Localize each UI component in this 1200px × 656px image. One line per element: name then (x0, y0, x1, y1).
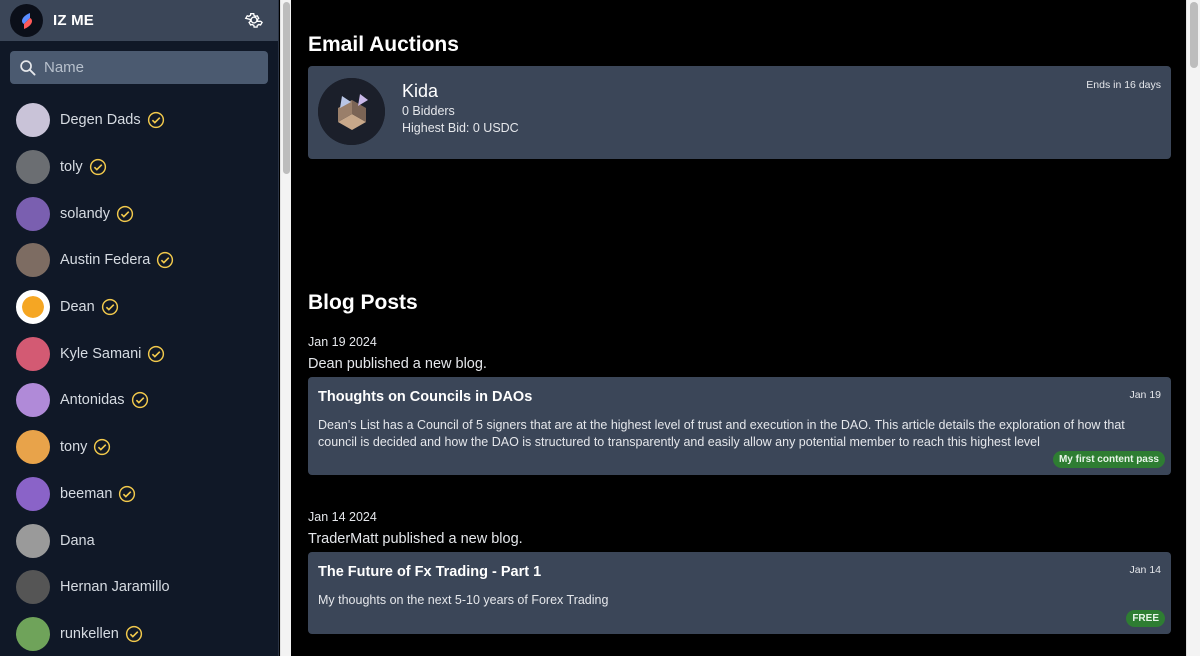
sidebar-header: IZ ME (0, 0, 278, 41)
verified-icon (94, 439, 111, 456)
user-list: Degen Dads toly solandy Austin Federa De… (0, 97, 278, 656)
user-item[interactable]: Austin Federa (0, 237, 278, 284)
main-scrollbar[interactable] (1186, 0, 1200, 656)
user-name: Antonidas (60, 392, 125, 409)
avatar (16, 290, 50, 325)
avatar (16, 196, 50, 231)
avatar (16, 430, 50, 465)
verified-icon (119, 485, 136, 502)
verified-icon (131, 392, 148, 409)
user-name: runkellen (60, 625, 119, 642)
user-item[interactable]: Dana (0, 517, 278, 564)
user-name: Austin Federa (60, 252, 151, 269)
user-name: tony (60, 439, 88, 456)
post-body: My thoughts on the next 5-10 years of Fo… (318, 593, 609, 607)
auction-name: Kida (402, 81, 439, 101)
sidebar: IZ ME Degen Dads toly solandy Aust (0, 0, 279, 656)
user-name: toly (60, 159, 83, 176)
search-icon (20, 60, 36, 76)
blog-posts-title: Blog Posts (308, 291, 418, 314)
search-box (10, 51, 268, 84)
sidebar-scrollbar-thumb[interactable] (283, 2, 290, 174)
auction-image-icon (318, 78, 385, 145)
app-title: IZ ME (53, 12, 94, 29)
user-name: Dean (60, 299, 95, 316)
user-item[interactable]: Degen Dads (0, 97, 278, 144)
user-item[interactable]: toly (0, 144, 278, 191)
user-name: solandy (60, 205, 110, 222)
gear-icon[interactable] (244, 10, 264, 30)
verified-icon (147, 112, 164, 129)
user-name: Hernan Jaramillo (60, 579, 170, 596)
logo-icon (21, 12, 32, 29)
auction-bidders: 0 Bidders (402, 104, 455, 118)
app-logo[interactable] (10, 4, 43, 37)
post-short-date: Jan 14 (1129, 564, 1161, 576)
avatar (16, 383, 50, 418)
avatar (16, 336, 50, 371)
auction-card[interactable]: Kida 0 Bidders Highest Bid: 0 USDC Ends … (308, 66, 1171, 159)
post-date-heading: Jan 14 2024 (308, 510, 377, 524)
user-item[interactable]: solandy (0, 190, 278, 237)
avatar (16, 476, 50, 511)
avatar (16, 570, 50, 605)
verified-icon (101, 298, 118, 316)
user-item[interactable]: runkellen (0, 611, 278, 656)
post-published-text: TraderMatt published a new blog. (308, 531, 523, 547)
avatar (16, 243, 50, 278)
user-name: Kyle Samani (60, 345, 142, 362)
blog-post-card[interactable]: The Future of Fx Trading - Part 1 Jan 14… (308, 552, 1171, 634)
user-name: beeman (60, 485, 113, 502)
sidebar-scrollbar[interactable] (280, 0, 291, 656)
user-item[interactable]: Dean (0, 284, 278, 331)
verified-icon (116, 205, 134, 222)
post-title: The Future of Fx Trading - Part 1 (318, 564, 542, 580)
user-item[interactable]: Kyle Samani (0, 330, 278, 377)
avatar (16, 103, 50, 138)
verified-icon (157, 252, 174, 269)
post-date-heading: Jan 19 2024 (308, 335, 377, 349)
verified-icon (125, 625, 142, 643)
user-item[interactable]: Hernan Jaramillo (0, 564, 278, 611)
user-name: Degen Dads (60, 112, 141, 129)
auction-avatar (318, 78, 385, 145)
search-input[interactable] (44, 59, 244, 76)
post-body: Dean's List has a Council of 5 signers t… (318, 418, 1125, 449)
content-pass-badge[interactable]: My first content pass (1052, 451, 1165, 468)
user-name: Dana (60, 532, 95, 549)
avatar (16, 616, 50, 651)
free-badge[interactable]: FREE (1126, 610, 1165, 627)
user-item[interactable]: Antonidas (0, 377, 278, 424)
user-item[interactable]: beeman (0, 471, 278, 518)
avatar (16, 523, 50, 558)
user-item[interactable]: tony (0, 424, 278, 471)
post-published-text: Dean published a new blog. (308, 356, 487, 372)
main-scrollbar-thumb[interactable] (1190, 2, 1198, 68)
post-short-date: Jan 19 (1129, 389, 1161, 401)
post-title: Thoughts on Councils in DAOs (318, 389, 533, 405)
avatar (16, 150, 50, 185)
email-auctions-title: Email Auctions (308, 33, 459, 56)
blog-post-card[interactable]: Thoughts on Councils in DAOs Jan 19 Dean… (308, 377, 1171, 475)
auction-ends: Ends in 16 days (1086, 79, 1161, 91)
verified-icon (89, 158, 106, 176)
auction-highest-bid: Highest Bid: 0 USDC (402, 121, 519, 135)
verified-icon (148, 345, 165, 362)
